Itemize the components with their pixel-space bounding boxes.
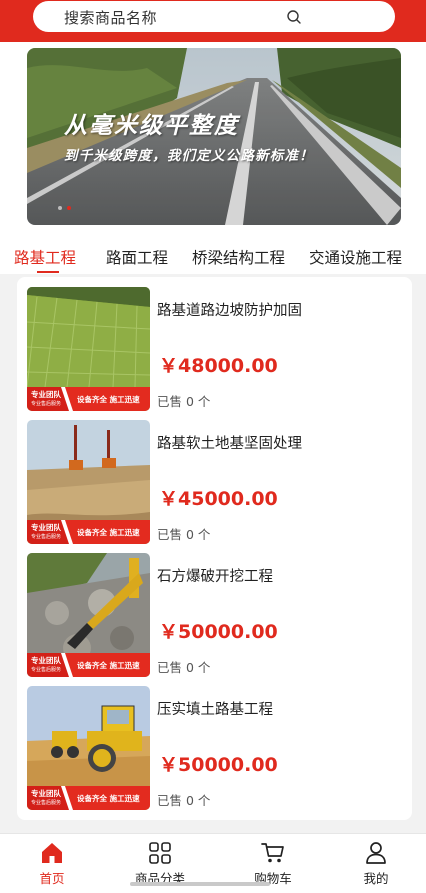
- product-badge: 专业团队 专业售后服务 设备齐全 施工迅速: [27, 520, 150, 544]
- search-input[interactable]: 搜索商品名称: [64, 7, 157, 28]
- product-badge: 专业团队 专业售后服务 设备齐全 施工迅速: [27, 387, 150, 411]
- badge-team-sub: 专业售后服务: [31, 401, 62, 407]
- product-image[interactable]: 专业团队 专业售后服务 设备齐全 施工迅速: [27, 420, 150, 544]
- badge-team: 专业团队: [31, 390, 61, 399]
- active-tab-underline: [37, 271, 59, 273]
- home-indicator: [130, 882, 270, 886]
- badge-team-sub: 专业售后服务: [31, 534, 62, 540]
- badge-team-sub: 专业售后服务: [31, 667, 62, 673]
- product-sold-count: 已售 0 个: [157, 394, 211, 409]
- product-item[interactable]: 专业团队 专业售后服务 设备齐全 施工迅速 路基软土地基坚固处理 ￥45000.…: [27, 420, 407, 544]
- header-bar: 搜索商品名称: [0, 0, 426, 42]
- tab-subgrade[interactable]: 路基工程: [14, 246, 76, 268]
- product-image[interactable]: 专业团队 专业售后服务 设备齐全 施工迅速: [27, 287, 150, 411]
- product-price: ￥50000.00: [159, 621, 278, 643]
- product-title[interactable]: 路基软土地基坚固处理: [157, 432, 302, 453]
- product-sold-count: 已售 0 个: [157, 793, 211, 808]
- product-item[interactable]: 专业团队 专业售后服务 设备齐全 施工迅速 压实填土路基工程 ￥50000.00…: [27, 686, 407, 810]
- user-icon: [366, 842, 386, 864]
- badge-team: 专业团队: [31, 789, 61, 798]
- nav-profile[interactable]: 我的: [336, 834, 416, 893]
- product-list: 专业团队 专业售后服务 设备齐全 施工迅速 路基道路边坡防护加固 ￥48000.…: [17, 277, 412, 820]
- category-tabs: 路基工程 路面工程 桥梁结构工程 交通设施工程: [0, 236, 426, 274]
- search-box[interactable]: 搜索商品名称: [33, 1, 395, 32]
- promo-banner[interactable]: 从毫米级平整度 到千米级跨度，我们定义公路新标准！: [27, 48, 401, 225]
- product-image[interactable]: 专业团队 专业售后服务 设备齐全 施工迅速: [27, 553, 150, 677]
- tab-traffic-facilities[interactable]: 交通设施工程: [309, 246, 402, 268]
- product-badge: 专业团队 专业售后服务 设备齐全 施工迅速: [27, 786, 150, 810]
- nav-home[interactable]: 首页: [12, 834, 92, 893]
- badge-features: 设备齐全 施工迅速: [77, 661, 140, 670]
- search-icon[interactable]: [286, 9, 302, 25]
- product-price: ￥48000.00: [159, 355, 278, 377]
- badge-team: 专业团队: [31, 656, 61, 665]
- product-title[interactable]: 压实填土路基工程: [157, 698, 273, 719]
- product-badge: 专业团队 专业售后服务 设备齐全 施工迅速: [27, 653, 150, 677]
- product-sold-count: 已售 0 个: [157, 660, 211, 675]
- nav-profile-label: 我的: [363, 871, 389, 886]
- badge-team: 专业团队: [31, 523, 61, 532]
- carousel-dot-active[interactable]: [67, 206, 71, 210]
- product-price: ￥50000.00: [159, 754, 278, 776]
- product-image[interactable]: 专业团队 专业售后服务 设备齐全 施工迅速: [27, 686, 150, 810]
- product-title[interactable]: 石方爆破开挖工程: [157, 565, 273, 586]
- tab-bridge-structure[interactable]: 桥梁结构工程: [192, 246, 285, 268]
- category-grid-icon: [149, 842, 171, 864]
- badge-features: 设备齐全 施工迅速: [77, 794, 140, 803]
- cart-icon: [261, 843, 284, 863]
- product-price: ￥45000.00: [159, 488, 278, 510]
- carousel-dot[interactable]: [58, 206, 62, 210]
- banner-subtitle: 到千米级跨度，我们定义公路新标准！: [64, 148, 314, 164]
- badge-features: 设备齐全 施工迅速: [77, 395, 140, 404]
- nav-home-label: 首页: [39, 871, 65, 886]
- banner-title: 从毫米级平整度: [64, 113, 239, 139]
- tab-pavement[interactable]: 路面工程: [106, 246, 168, 268]
- product-sold-count: 已售 0 个: [157, 527, 211, 542]
- product-title[interactable]: 路基道路边坡防护加固: [157, 299, 302, 320]
- carousel-indicator: [58, 206, 71, 210]
- product-item[interactable]: 专业团队 专业售后服务 设备齐全 施工迅速 路基道路边坡防护加固 ￥48000.…: [27, 287, 407, 411]
- home-icon: [42, 843, 62, 863]
- badge-features: 设备齐全 施工迅速: [77, 528, 140, 537]
- badge-team-sub: 专业售后服务: [31, 800, 62, 806]
- product-item[interactable]: 专业团队 专业售后服务 设备齐全 施工迅速 石方爆破开挖工程 ￥50000.00…: [27, 553, 407, 677]
